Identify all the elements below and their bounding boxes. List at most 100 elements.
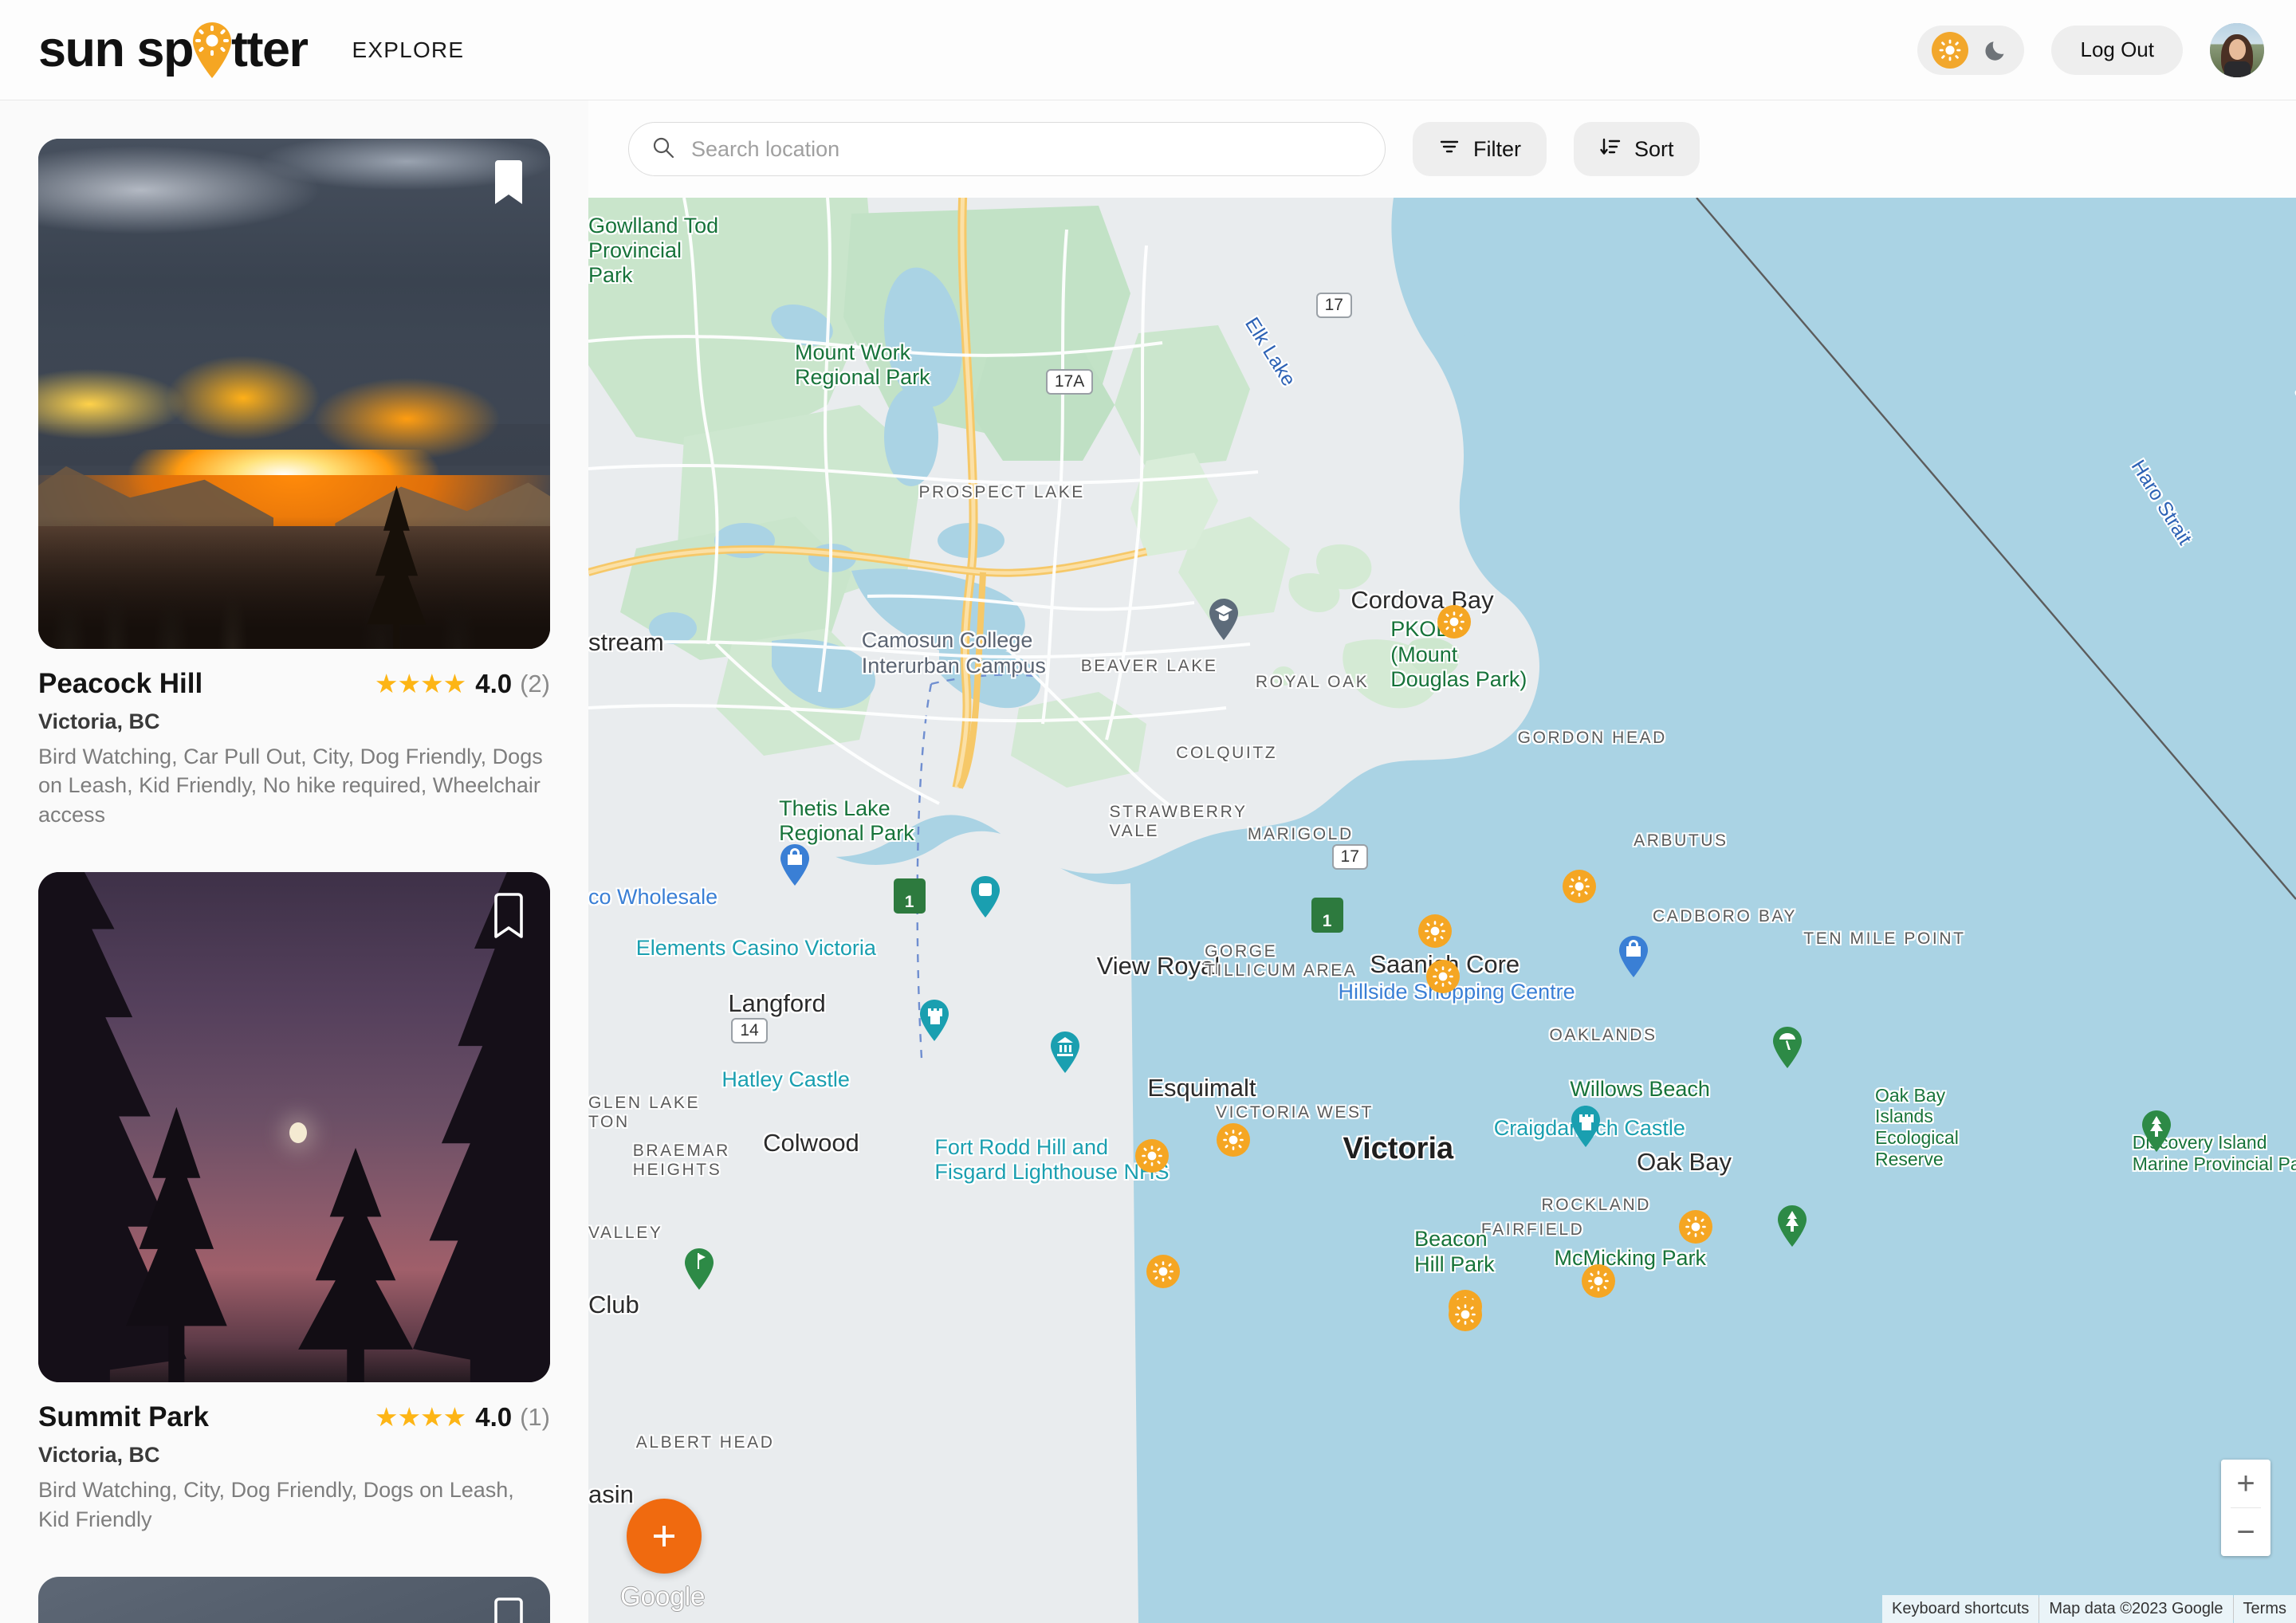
card-photo[interactable] — [38, 872, 550, 1383]
map-label: CADBORO BAY — [1653, 907, 1798, 926]
sunspot-marker[interactable] — [1216, 1123, 1250, 1157]
sunspot-marker[interactable] — [1418, 914, 1453, 948]
shopping-bag-map-pin[interactable] — [779, 843, 811, 886]
bookmark-icon[interactable] — [491, 1597, 526, 1623]
highway-shield: 1 — [893, 878, 926, 914]
map-label: Elk Lake — [1240, 312, 1300, 391]
zoom-in-button[interactable]: + — [2221, 1460, 2270, 1507]
app-header: sun sp tter EXPLORE Log Out — [0, 0, 2296, 100]
search-icon — [651, 136, 675, 163]
map-label: Mount Work Regional Park — [795, 340, 930, 390]
avatar[interactable] — [2210, 22, 2264, 77]
card-tags: Bird Watching, Car Pull Out, City, Dog F… — [38, 745, 543, 827]
map-label: Esquimalt — [1147, 1073, 1256, 1102]
zoom-out-button[interactable]: − — [2221, 1508, 2270, 1556]
map-label: Colwood — [763, 1129, 859, 1157]
logout-button[interactable]: Log Out — [2051, 25, 2183, 75]
map-label: Haro Strait — [2126, 455, 2196, 548]
google-watermark: Google — [620, 1582, 706, 1611]
map-label: Cordova Bay — [1350, 585, 1494, 614]
list-item[interactable]: Summit Park ★★★★ 4.0 (1) Victoria, BC Bi… — [38, 872, 550, 1534]
rating-value: 4.0 — [475, 668, 513, 698]
map-label: Fort Rodd Hill and Fisgard Lighthouse NH… — [934, 1135, 1169, 1185]
sort-label: Sort — [1634, 136, 1674, 161]
rating-value: 4.0 — [475, 1401, 513, 1432]
app-logo[interactable]: sun sp tter — [38, 21, 309, 80]
map-label: Gowlland Tod Provincial Park — [588, 213, 719, 288]
tree-map-pin[interactable] — [2141, 1110, 2172, 1153]
map-zoom-controls[interactable]: + − — [2221, 1460, 2270, 1556]
bookmark-icon[interactable] — [491, 893, 526, 939]
map-label: Camosun College Interurban Campus — [861, 628, 1046, 678]
card-header: Summit Park ★★★★ 4.0 (1) — [38, 1401, 550, 1433]
map-label: OAKLANDS — [1549, 1026, 1657, 1045]
beach-map-pin[interactable] — [1771, 1026, 1803, 1069]
rating-count: (2) — [520, 669, 550, 698]
filter-lines-icon — [1438, 136, 1461, 163]
sunspot-marker[interactable] — [1582, 1263, 1616, 1298]
moon-icon[interactable] — [1983, 37, 2011, 64]
tree-map-pin[interactable] — [1776, 1204, 1808, 1248]
rating: ★★★★ 4.0 (2) — [375, 669, 550, 699]
card-photo[interactable] — [38, 1577, 550, 1623]
sunspot-marker[interactable] — [1448, 1297, 1482, 1331]
map-label: Oak Bay — [1637, 1148, 1732, 1176]
storm-photo — [38, 1577, 550, 1623]
theme-toggle[interactable] — [1917, 25, 2025, 75]
sort-descending-icon — [1599, 136, 1622, 163]
school-map-pin[interactable] — [1208, 598, 1240, 641]
filter-button[interactable]: Filter — [1413, 122, 1547, 176]
map-label: McMicking Park — [1554, 1246, 1706, 1271]
google-map[interactable]: Gowlland Tod Provincial Park Mount Work R… — [588, 198, 2296, 1623]
terms-link[interactable]: Terms — [2233, 1594, 2296, 1623]
map-label: Hatley Castle — [721, 1067, 850, 1091]
card-photo[interactable] — [38, 139, 550, 649]
golf-map-pin[interactable] — [683, 1248, 715, 1291]
card-title: Summit Park — [38, 1401, 209, 1433]
map-label: ALBERT HEAD — [635, 1432, 775, 1452]
map-label: Beacon Hill Park — [1414, 1227, 1495, 1276]
map-label: SAN JUAN ISLANDS — [2292, 383, 2296, 431]
sunset-photo — [38, 139, 550, 649]
card-location: Victoria, BC — [38, 1443, 160, 1468]
castle-map-pin[interactable] — [918, 999, 950, 1042]
sunspot-marker[interactable] — [1437, 605, 1471, 639]
shopping-bag-map-pin[interactable] — [1618, 935, 1649, 978]
sunspot-marker[interactable] — [1146, 1254, 1181, 1288]
sunspot-marker[interactable] — [1135, 1138, 1170, 1173]
search-input[interactable] — [691, 136, 1362, 162]
keyboard-shortcuts-link[interactable]: Keyboard shortcuts — [1881, 1594, 2039, 1623]
map-label: stream — [588, 628, 664, 657]
museum-map-pin[interactable] — [1049, 1031, 1081, 1074]
sunspot-marker[interactable] — [1563, 870, 1597, 904]
casino-map-pin[interactable] — [969, 875, 1001, 918]
map-label: ROCKLAND — [1541, 1195, 1652, 1214]
map-panel: Filter Sort — [588, 100, 2296, 1623]
sun-icon[interactable] — [1931, 31, 1968, 69]
sunspot-marker[interactable] — [1678, 1210, 1712, 1244]
map-label: GORGE TILLICUM AREA — [1205, 941, 1358, 980]
map-label: Langford — [728, 989, 826, 1018]
map-label: asin — [588, 1480, 634, 1509]
add-location-button[interactable] — [627, 1499, 702, 1574]
card-location: Victoria, BC — [38, 709, 160, 733]
locations-list-sidebar[interactable]: Peacock Hill ★★★★ 4.0 (2) Victoria, BC B… — [0, 100, 588, 1623]
bookmark-icon[interactable] — [491, 159, 526, 206]
map-label: GLEN LAKE TON — [588, 1094, 701, 1132]
map-data-text: Map data ©2023 Google — [2039, 1594, 2233, 1623]
map-label: MARIGOLD — [1247, 824, 1354, 843]
map-label: PROSPECT LAKE — [918, 482, 1085, 501]
map-label: GORDON HEAD — [1517, 728, 1667, 747]
highway-shield: 17 — [1331, 843, 1368, 870]
sunspot-marker[interactable] — [1425, 960, 1460, 994]
castle-map-pin[interactable] — [1570, 1105, 1602, 1148]
list-item[interactable]: Peacock Hill ★★★★ 4.0 (2) Victoria, BC B… — [38, 139, 550, 829]
highway-shield: 17A — [1045, 368, 1094, 395]
card-header: Peacock Hill ★★★★ 4.0 (2) — [38, 668, 550, 700]
highway-shield: 14 — [731, 1018, 768, 1044]
nav-item-explore[interactable]: EXPLORE — [352, 37, 465, 63]
sort-button[interactable]: Sort — [1574, 122, 1700, 176]
list-item[interactable] — [38, 1577, 550, 1623]
search-box[interactable] — [628, 122, 1386, 176]
map-label: Victoria — [1343, 1132, 1454, 1166]
